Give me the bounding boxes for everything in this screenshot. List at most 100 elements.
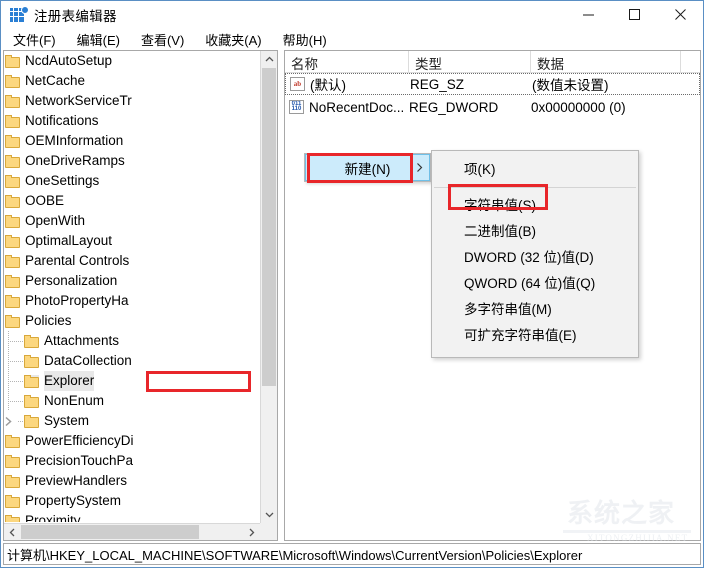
context-menu-item-new[interactable]: 新建(N) (305, 154, 430, 181)
tree-item-label: OpenWith (25, 213, 86, 228)
tree-item-policies[interactable]: Policies (4, 311, 259, 331)
scrollbar-corner (260, 523, 277, 540)
folder-icon (24, 374, 39, 388)
tree-viewport: NcdAutoSetup NetCache NetworkServiceTr Noti… (4, 51, 259, 522)
tree-item-label: PreviewHandlers (25, 473, 128, 488)
folder-icon (5, 514, 20, 522)
tree-vscroll-thumb[interactable] (262, 68, 276, 386)
tree-item-label: OEMInformation (25, 133, 124, 148)
tree-item-label: Explorer (44, 371, 95, 391)
tree-item-oeminformation[interactable]: OEMInformation (4, 131, 259, 151)
tree-item-datacollection[interactable]: DataCollection (4, 351, 259, 371)
folder-icon (5, 254, 20, 268)
minimize-button[interactable] (565, 1, 611, 28)
tree-item-label: System (44, 413, 90, 428)
tree-item-notifications[interactable]: Notifications (4, 111, 259, 131)
tree-item-personalization[interactable]: Personalization (4, 271, 259, 291)
menu-edit[interactable]: 编辑(E) (68, 28, 129, 51)
tree-item-propertysystem[interactable]: PropertySystem (4, 491, 259, 511)
list-header: 名称 类型 数据 (285, 51, 700, 73)
submenu-item-5[interactable]: 多字符串值(M) (432, 297, 638, 323)
dword-value-icon: 011 110 (289, 100, 304, 114)
chevron-right-icon (416, 160, 423, 175)
chevron-right-icon[interactable] (4, 411, 18, 431)
folder-icon (5, 274, 20, 288)
tree-item-label: Personalization (25, 273, 118, 288)
tree-item-label: Parental Controls (25, 253, 130, 268)
scroll-left-icon[interactable] (4, 524, 21, 540)
submenu-separator (434, 187, 636, 188)
tree-item-ncdautosetup[interactable]: NcdAutoSetup (4, 51, 259, 71)
window-title: 注册表编辑器 (34, 8, 117, 24)
tree-item-explorer[interactable]: Explorer (4, 371, 259, 391)
tree-item-photopropertyha[interactable]: PhotoPropertyHa (4, 291, 259, 311)
folder-icon (5, 114, 20, 128)
folder-icon (24, 334, 39, 348)
folder-icon (5, 434, 20, 448)
scroll-down-icon[interactable] (261, 506, 277, 523)
folder-icon (24, 414, 39, 428)
submenu-item-0[interactable]: 项(K) (432, 157, 638, 183)
scroll-right-icon[interactable] (243, 524, 260, 540)
folder-icon (5, 234, 20, 248)
tree-list: NcdAutoSetup NetCache NetworkServiceTr Noti… (4, 51, 259, 522)
tree-item-previewhandlers[interactable]: PreviewHandlers (4, 471, 259, 491)
tree-item-label: OneSettings (25, 173, 100, 188)
tree-item-optimallayout[interactable]: OptimalLayout (4, 231, 259, 251)
tree-horizontal-scrollbar[interactable] (4, 523, 260, 540)
submenu-item-2[interactable]: 二进制值(B) (432, 219, 638, 245)
folder-icon (5, 194, 20, 208)
menu-file[interactable]: 文件(F) (4, 28, 65, 51)
tree-item-label: OneDriveRamps (25, 153, 125, 168)
menu-favorites[interactable]: 收藏夹(A) (196, 28, 270, 51)
folder-icon (5, 494, 20, 508)
tree-item-system[interactable]: System (4, 411, 259, 431)
tree-item-attachments[interactable]: Attachments (4, 331, 259, 351)
tree-item-oobe[interactable]: OOBE (4, 191, 259, 211)
tree-item-label: Attachments (44, 333, 120, 348)
menu-view[interactable]: 查看(V) (132, 28, 193, 51)
tree-item-networkservicetr[interactable]: NetworkServiceTr (4, 91, 259, 111)
submenu-item-3[interactable]: DWORD (32 位)值(D) (432, 245, 638, 271)
tree-item-label: Policies (25, 313, 72, 328)
tree-item-powerefficiencydi[interactable]: PowerEfficiencyDi (4, 431, 259, 451)
menu-help[interactable]: 帮助(H) (274, 28, 336, 51)
value-type-cell: REG_DWORD (409, 99, 499, 115)
string-value-icon: ab (290, 77, 305, 91)
tree-vertical-scrollbar[interactable] (260, 51, 277, 523)
tree-item-precisiontouchpa[interactable]: PrecisionTouchPa (4, 451, 259, 471)
tree-indent-guide (4, 371, 18, 391)
menu-bar: 文件(F) 编辑(E) 查看(V) 收藏夹(A) 帮助(H) (1, 28, 703, 50)
tree-item-openwith[interactable]: OpenWith (4, 211, 259, 231)
registry-editor-icon (10, 6, 29, 23)
tree-item-label: PowerEfficiencyDi (25, 433, 134, 448)
folder-icon (24, 354, 39, 368)
value-name-text: NoRecentDoc... (309, 99, 405, 115)
table-row[interactable]: ab (默认) REG_SZ (数值未设置) (285, 73, 700, 95)
folder-icon (5, 214, 20, 228)
submenu-item-1[interactable]: 字符串值(S) (432, 193, 638, 219)
scroll-up-icon[interactable] (261, 51, 277, 68)
folder-icon (5, 94, 20, 108)
column-header-data[interactable]: 数据 (531, 51, 681, 72)
submenu-item-6[interactable]: 可扩充字符串值(E) (432, 323, 638, 349)
close-button[interactable] (657, 1, 703, 28)
column-header-name[interactable]: 名称 (285, 51, 409, 72)
tree-item-label: DataCollection (44, 353, 132, 368)
tree-item-onedriveramps[interactable]: OneDriveRamps (4, 151, 259, 171)
tree-indent-guide (4, 351, 18, 371)
tree-item-label: Notifications (25, 113, 99, 128)
value-data-cell: 0x00000000 (0) (531, 99, 626, 115)
tree-item-label: NetCache (25, 73, 86, 88)
tree-hscroll-thumb[interactable] (21, 525, 199, 539)
table-row[interactable]: 011 110 NoRecentDoc... REG_DWORD 0x000000… (285, 96, 700, 118)
tree-item-parental-controls[interactable]: Parental Controls (4, 251, 259, 271)
column-header-type[interactable]: 类型 (409, 51, 531, 72)
submenu-item-4[interactable]: QWORD (64 位)值(Q) (432, 271, 638, 297)
tree-item-netcache[interactable]: NetCache (4, 71, 259, 91)
tree-item-proximity[interactable]: Proximity (4, 511, 259, 522)
value-data-cell: (数值未设置) (532, 78, 609, 93)
maximize-button[interactable] (611, 1, 657, 28)
tree-item-onesettings[interactable]: OneSettings (4, 171, 259, 191)
tree-item-nonenum[interactable]: NonEnum (4, 391, 259, 411)
